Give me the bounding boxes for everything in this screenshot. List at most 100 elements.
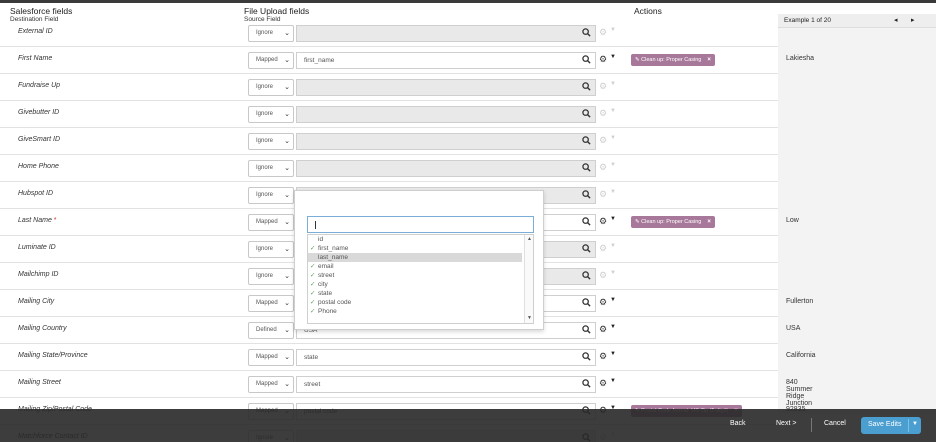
- gear-icon[interactable]: ⚙: [599, 243, 607, 253]
- search-icon[interactable]: [582, 298, 591, 307]
- example-next-icon[interactable]: ▸: [911, 16, 915, 24]
- dropdown-option[interactable]: ✓ postal code: [308, 298, 522, 307]
- caret-down-icon[interactable]: ▼: [610, 54, 616, 60]
- mapping-mode-select[interactable]: Ignore ⌄: [248, 241, 294, 258]
- mapping-mode-select[interactable]: Ignore ⌄: [248, 268, 294, 285]
- dropdown-option[interactable]: id: [308, 235, 522, 244]
- mapping-mode-value: Ignore: [256, 138, 274, 144]
- mapping-mode-select[interactable]: Ignore ⌄: [248, 160, 294, 177]
- mapping-mode-select[interactable]: Ignore ⌄: [248, 106, 294, 123]
- mapping-mode-select[interactable]: Mapped ⌄: [248, 349, 294, 366]
- source-field-value: street: [304, 381, 321, 388]
- next-button[interactable]: Next >: [776, 420, 796, 427]
- action-badge[interactable]: ✎ Clean up: Proper Casing ×: [631, 216, 715, 228]
- cancel-button[interactable]: Cancel: [824, 420, 846, 427]
- option-label: email: [318, 263, 334, 270]
- gear-icon[interactable]: ⚙: [599, 135, 607, 145]
- search-icon[interactable]: [582, 190, 591, 199]
- scroll-up-icon[interactable]: ▲: [527, 236, 532, 242]
- search-icon[interactable]: [582, 82, 591, 91]
- destination-field-name: Mailing Country: [18, 325, 67, 332]
- source-field-input[interactable]: [296, 160, 596, 177]
- source-field-search-input[interactable]: [307, 216, 534, 233]
- check-icon: ✓: [310, 281, 316, 288]
- caret-down-icon[interactable]: ▼: [610, 108, 616, 114]
- caret-down-icon[interactable]: ▼: [610, 297, 616, 303]
- caret-down-icon[interactable]: ▼: [610, 243, 616, 249]
- search-icon[interactable]: [582, 55, 591, 64]
- mapping-mode-select[interactable]: Mapped ⌄: [248, 214, 294, 231]
- dropdown-option[interactable]: ✓ Phone: [308, 307, 522, 316]
- save-edits-button[interactable]: Save Edits ▼: [861, 417, 921, 434]
- caret-down-icon[interactable]: ▼: [610, 81, 616, 87]
- dropdown-option[interactable]: last_name: [308, 253, 522, 262]
- source-field-input[interactable]: [296, 133, 596, 150]
- search-icon[interactable]: [582, 379, 591, 388]
- caret-down-icon[interactable]: ▼: [610, 189, 616, 195]
- search-icon[interactable]: [582, 163, 591, 172]
- search-icon[interactable]: [582, 109, 591, 118]
- gear-icon[interactable]: ⚙: [599, 162, 607, 172]
- gear-icon[interactable]: ⚙: [599, 108, 607, 118]
- mapping-mode-select[interactable]: Ignore ⌄: [248, 79, 294, 96]
- gear-icon[interactable]: ⚙: [599, 270, 607, 280]
- search-icon[interactable]: [582, 352, 591, 361]
- gear-icon[interactable]: ⚙: [599, 216, 607, 226]
- remove-action-icon[interactable]: ×: [707, 57, 711, 63]
- search-icon[interactable]: [582, 136, 591, 145]
- gear-icon[interactable]: ⚙: [599, 27, 607, 37]
- dropdown-option[interactable]: ✓ state: [308, 289, 522, 298]
- mapping-mode-select[interactable]: Mapped ⌄: [248, 376, 294, 393]
- caret-down-icon[interactable]: ▼: [610, 27, 616, 33]
- save-menu-caret-icon[interactable]: ▼: [912, 421, 918, 427]
- back-button[interactable]: Back: [730, 420, 746, 427]
- mapping-mode-select[interactable]: Ignore ⌄: [248, 187, 294, 204]
- source-field-input[interactable]: state: [296, 349, 596, 366]
- options-scrollbar[interactable]: ▲ ▼: [524, 235, 533, 323]
- source-field-input[interactable]: [296, 25, 596, 42]
- gear-icon[interactable]: ⚙: [599, 378, 607, 388]
- search-icon[interactable]: [582, 244, 591, 253]
- caret-down-icon[interactable]: ▼: [610, 270, 616, 276]
- dropdown-option[interactable]: ✓ first_name: [308, 244, 522, 253]
- remove-action-icon[interactable]: ×: [707, 219, 711, 225]
- dropdown-option[interactable]: ✓ city: [308, 280, 522, 289]
- source-field-input[interactable]: street: [296, 376, 596, 393]
- caret-down-icon[interactable]: ▼: [610, 351, 616, 357]
- mapping-mode-select[interactable]: Mapped ⌄: [248, 52, 294, 69]
- mapping-mode-select[interactable]: Ignore ⌄: [248, 133, 294, 150]
- caret-down-icon[interactable]: ▼: [610, 162, 616, 168]
- source-field-input[interactable]: [296, 79, 596, 96]
- actions-title: Actions: [634, 6, 662, 16]
- mapping-row: Givebutter ID Ignore ⌄ ⚙ ▼: [0, 101, 778, 128]
- search-icon[interactable]: [582, 325, 591, 334]
- mapping-mode-value: Ignore: [256, 165, 274, 171]
- mapping-mode-select[interactable]: Defined ⌄: [248, 322, 294, 339]
- mapping-mode-select[interactable]: Ignore ⌄: [248, 25, 294, 42]
- example-prev-icon[interactable]: ◂: [894, 16, 898, 24]
- gear-icon[interactable]: ⚙: [599, 324, 607, 334]
- mapping-mode-select[interactable]: Mapped ⌄: [248, 295, 294, 312]
- check-icon: ✓: [310, 299, 316, 306]
- dropdown-option[interactable]: ✓ street: [308, 271, 522, 280]
- scroll-down-icon[interactable]: ▼: [527, 315, 532, 321]
- gear-icon[interactable]: ⚙: [599, 189, 607, 199]
- action-badge[interactable]: ✎ Clean up: Proper Casing ×: [631, 54, 715, 66]
- caret-down-icon[interactable]: ▼: [610, 324, 616, 330]
- caret-down-icon[interactable]: ▼: [610, 216, 616, 222]
- source-field-input[interactable]: first_name: [296, 52, 596, 69]
- gear-icon[interactable]: ⚙: [599, 81, 607, 91]
- search-icon[interactable]: [582, 217, 591, 226]
- chevron-down-icon: ⌄: [284, 246, 290, 253]
- gear-icon[interactable]: ⚙: [599, 351, 607, 361]
- gear-icon[interactable]: ⚙: [599, 54, 607, 64]
- caret-down-icon[interactable]: ▼: [610, 135, 616, 141]
- dropdown-option[interactable]: ✓ email: [308, 262, 522, 271]
- search-icon[interactable]: [582, 28, 591, 37]
- source-field-input[interactable]: [296, 106, 596, 123]
- caret-down-icon[interactable]: ▼: [610, 378, 616, 384]
- source-field-options[interactable]: ▲ ▼ id ✓ first_name last_name ✓ email ✓ street ✓…: [307, 234, 534, 324]
- field-label: Givebutter ID: [18, 109, 60, 116]
- search-icon[interactable]: [582, 271, 591, 280]
- gear-icon[interactable]: ⚙: [599, 297, 607, 307]
